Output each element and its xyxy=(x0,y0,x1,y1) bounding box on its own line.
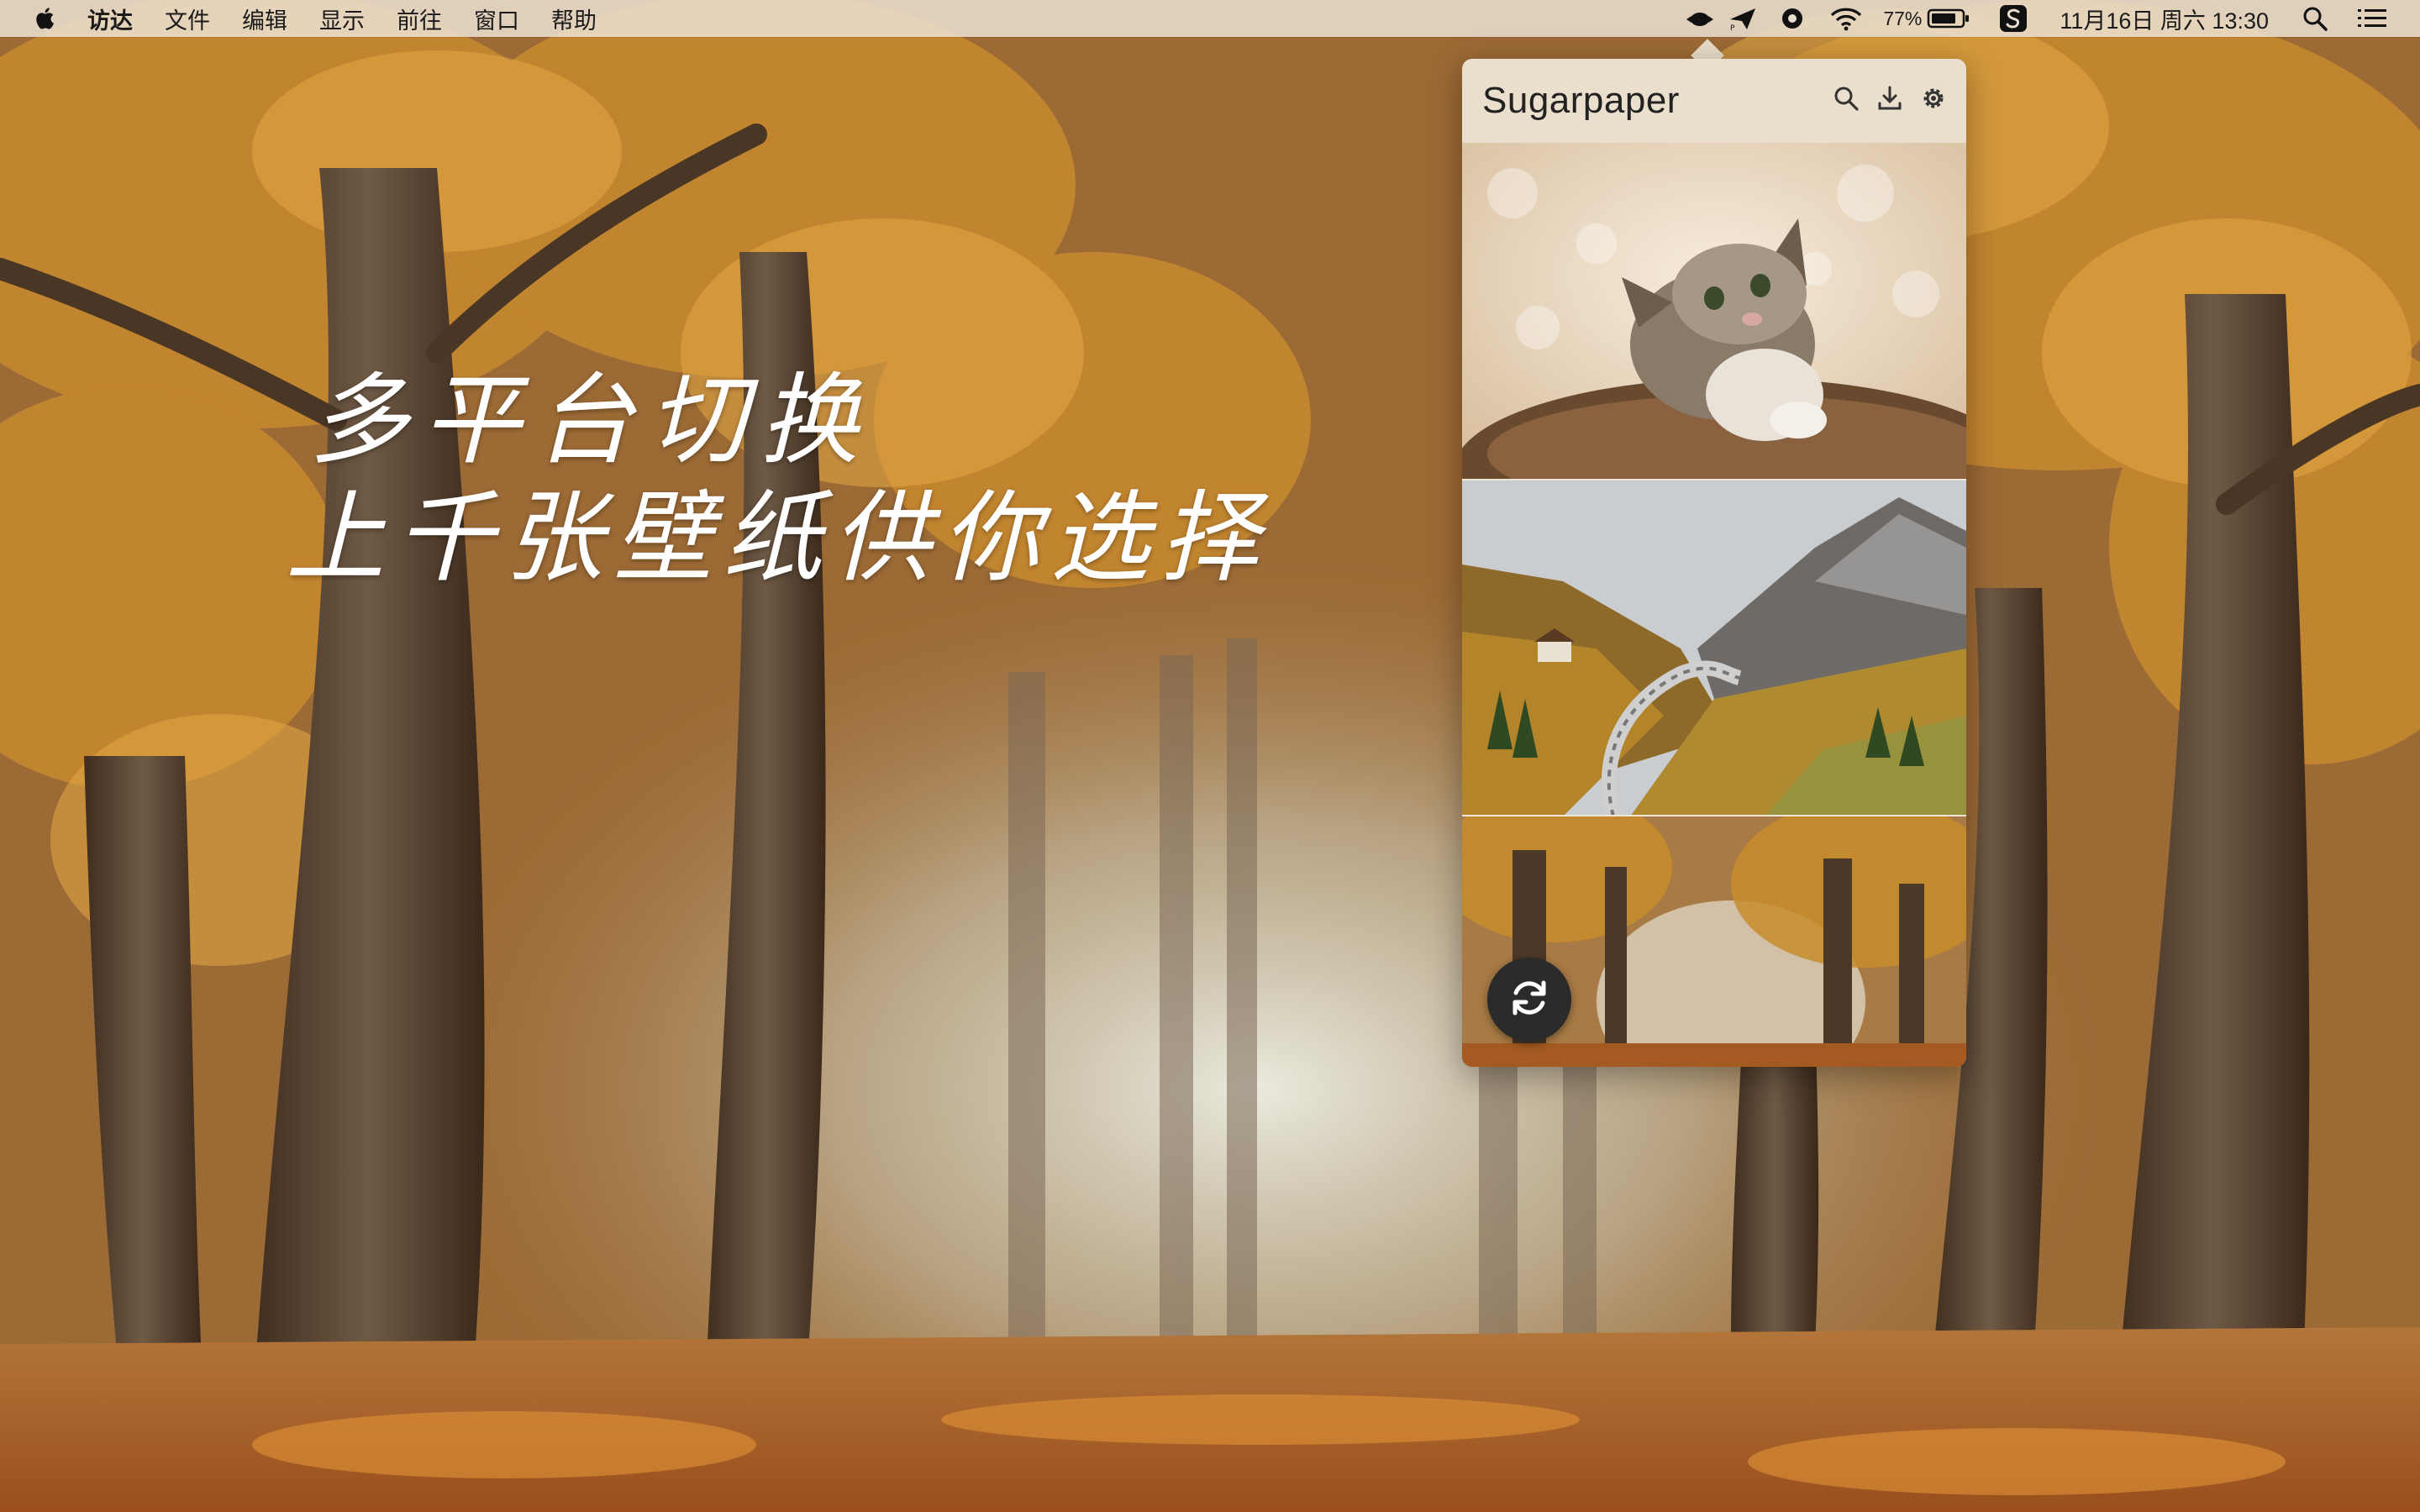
battery-percentage: 77% xyxy=(1883,7,1923,29)
menu-bar-clock[interactable]: 11月16日 周六 13:30 xyxy=(2060,3,2269,35)
wallpaper-thumbnail-kitten[interactable] xyxy=(1462,143,1966,479)
menu-file[interactable]: 文件 xyxy=(165,3,210,35)
menu-go[interactable]: 前往 xyxy=(397,3,442,35)
desktop: 访达 文件 编辑 显示 前往 窗口 帮助 P 77% 11月16日 周六 13:… xyxy=(0,0,2420,1512)
svg-text:P: P xyxy=(1730,24,1735,31)
sugarpaper-popover: Sugarpaper xyxy=(1462,59,1966,1067)
refresh-icon xyxy=(1504,973,1555,1027)
refresh-button[interactable] xyxy=(1487,958,1571,1042)
menu-finder[interactable]: 访达 xyxy=(87,3,133,35)
wallpaper-thumbnail-mountain-road[interactable] xyxy=(1462,479,1966,816)
kitten-image xyxy=(1462,143,1966,479)
promo-slogan: 多平台切换 上千张壁纸供你选择 xyxy=(286,361,1269,596)
sugarpaper-app-icon[interactable] xyxy=(1999,4,2028,33)
slogan-line-1: 多平台切换 xyxy=(309,362,873,478)
list-icon[interactable] xyxy=(2358,7,2386,30)
search-icon[interactable] xyxy=(1832,84,1860,113)
menu-edit[interactable]: 编辑 xyxy=(242,3,287,35)
paper-plane-icon[interactable]: P xyxy=(1728,6,1757,31)
download-icon[interactable] xyxy=(1876,84,1904,113)
slogan-line-2: 上千张壁纸供你选择 xyxy=(286,480,1270,596)
search-icon[interactable] xyxy=(2302,6,2328,31)
apple-logo-icon[interactable] xyxy=(34,6,59,31)
mountain-road-image xyxy=(1462,480,1966,816)
app-title: Sugarpaper xyxy=(1482,80,1680,121)
popover-header: Sugarpaper xyxy=(1462,59,1966,143)
desktop-wallpaper xyxy=(0,0,2420,1512)
battery-icon[interactable] xyxy=(1927,8,1970,29)
gear-icon[interactable] xyxy=(1919,84,1948,113)
cloud-service-icon[interactable] xyxy=(1683,6,1717,31)
record-icon[interactable] xyxy=(1781,7,1804,30)
wifi-icon[interactable] xyxy=(1829,6,1863,31)
menu-bar: 访达 文件 编辑 显示 前往 窗口 帮助 P 77% 11月16日 周六 13:… xyxy=(0,0,2420,37)
menu-help[interactable]: 帮助 xyxy=(551,3,597,35)
menu-view[interactable]: 显示 xyxy=(319,3,365,35)
menu-window[interactable]: 窗口 xyxy=(474,3,519,35)
